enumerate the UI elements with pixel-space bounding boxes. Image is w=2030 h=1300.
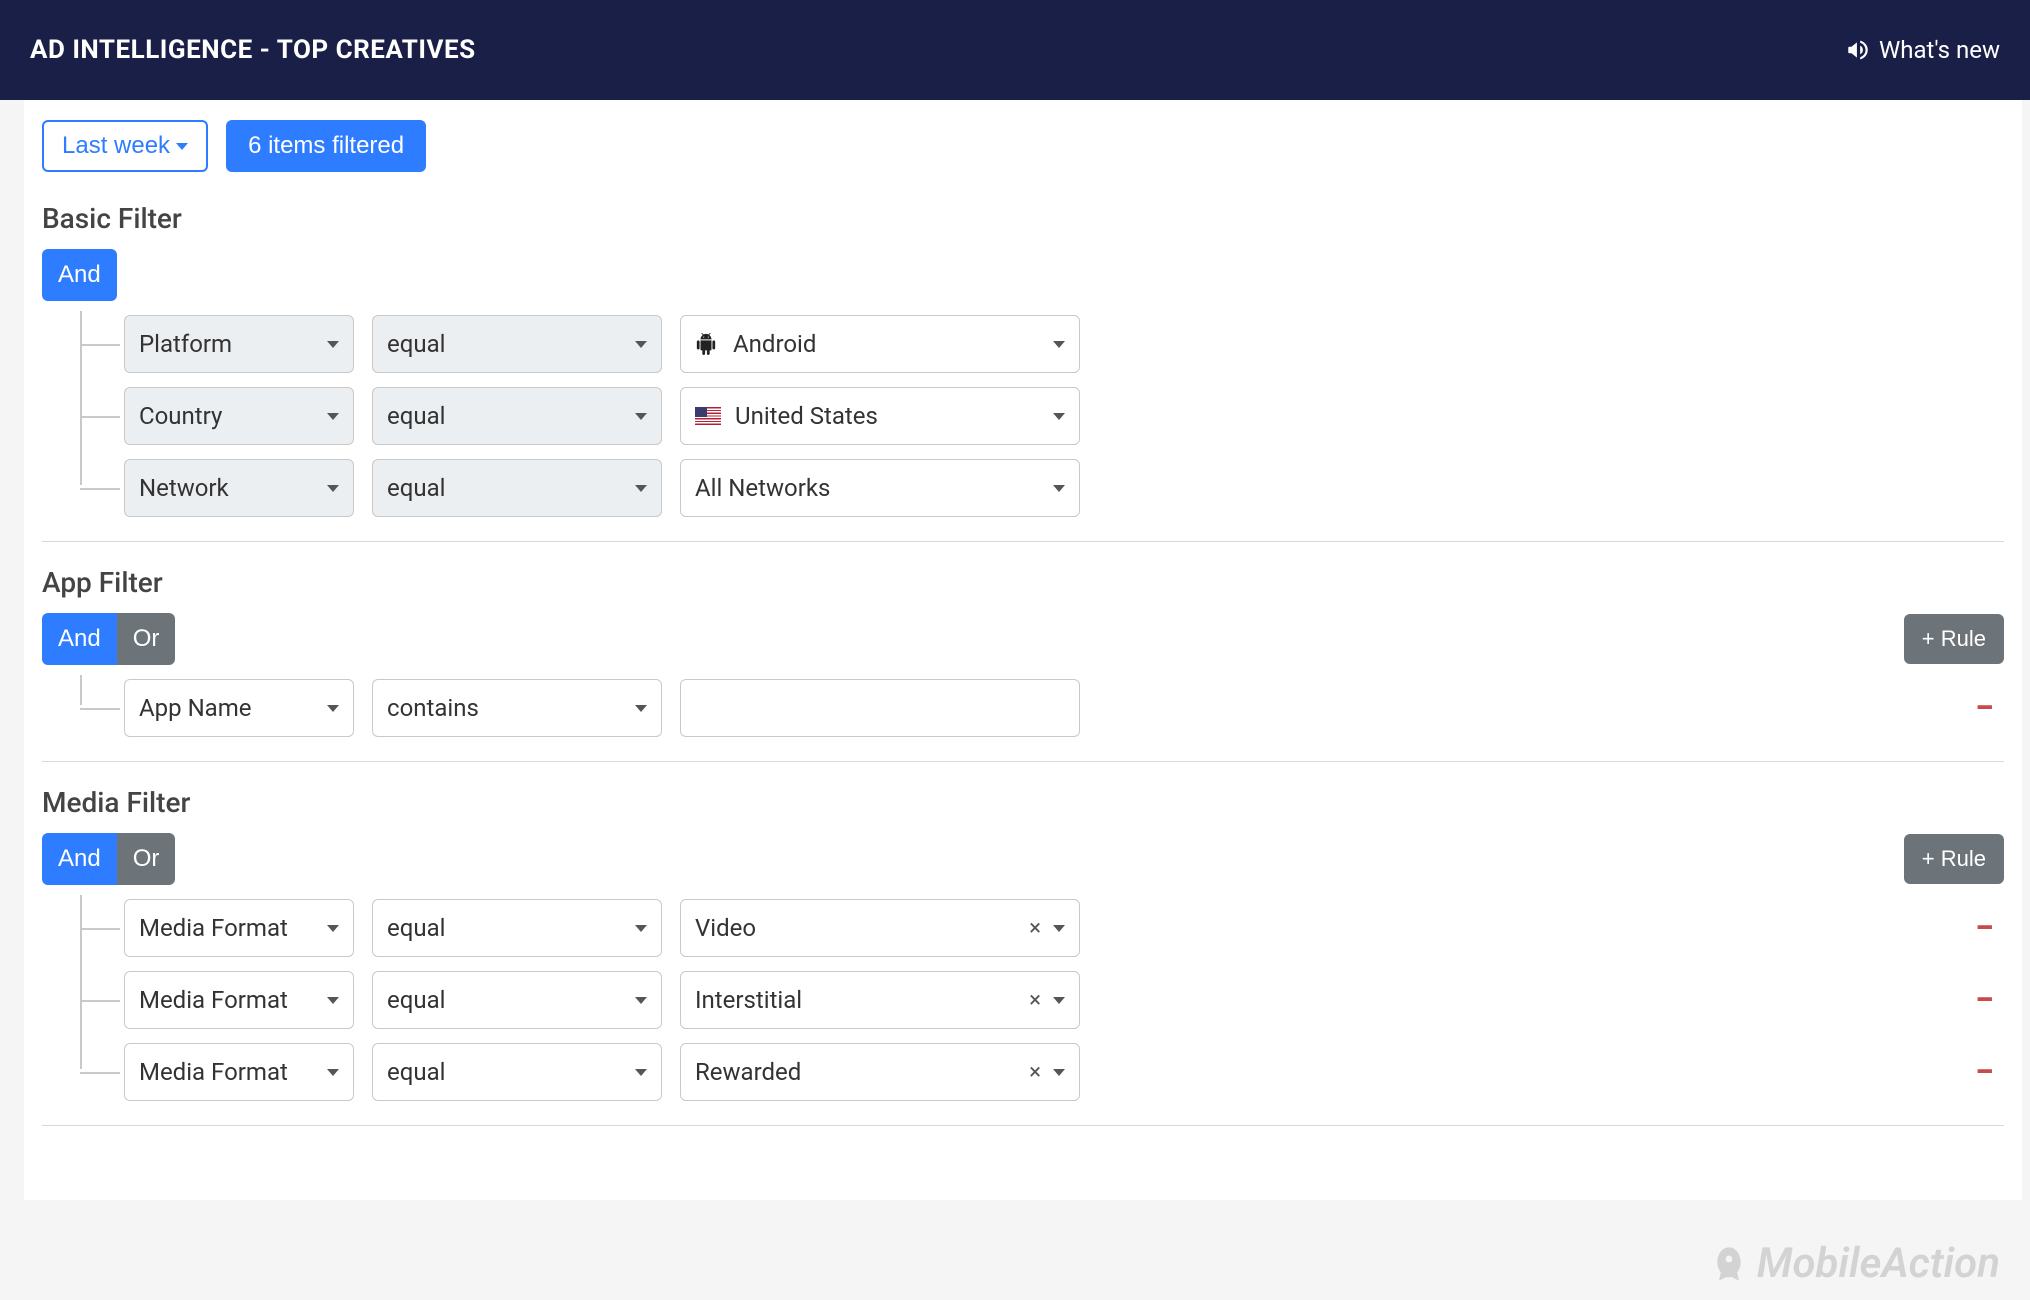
whats-new-label: What's new bbox=[1879, 36, 2000, 64]
chevron-down-icon bbox=[635, 413, 647, 420]
basic-logic-toggle: And bbox=[42, 249, 117, 301]
toolbar: Last week 6 items filtered bbox=[42, 120, 2004, 172]
separator bbox=[42, 1125, 2004, 1126]
clear-value-icon[interactable]: × bbox=[1023, 988, 1047, 1013]
basic-filter-title: Basic Filter bbox=[42, 202, 2004, 235]
chevron-down-icon bbox=[327, 705, 339, 712]
logic-or-button[interactable]: Or bbox=[117, 613, 176, 665]
brand-watermark: MobileAction bbox=[1709, 1239, 2000, 1288]
logic-and-button[interactable]: And bbox=[42, 833, 117, 885]
field-select[interactable]: Media Format bbox=[124, 899, 354, 957]
chevron-down-icon bbox=[327, 1069, 339, 1076]
logic-and-button[interactable]: And bbox=[42, 613, 117, 665]
remove-rule-button[interactable]: − bbox=[1965, 1052, 2004, 1092]
field-select[interactable]: Network bbox=[124, 459, 354, 517]
rule-row: Country equal United States bbox=[124, 387, 2004, 445]
brand-label: MobileAction bbox=[1757, 1239, 2000, 1288]
field-select[interactable]: Media Format bbox=[124, 971, 354, 1029]
media-filter-title: Media Filter bbox=[42, 786, 2004, 819]
chevron-down-icon bbox=[327, 413, 339, 420]
rule-row: Media Format equal Video × − bbox=[124, 899, 2004, 957]
chevron-down-icon bbox=[1053, 485, 1065, 492]
app-logic-toggle: And Or bbox=[42, 613, 175, 665]
daterange-label: Last week bbox=[62, 132, 170, 160]
app-rules: App Name contains − bbox=[80, 679, 2004, 737]
chevron-down-icon bbox=[327, 485, 339, 492]
filtered-badge[interactable]: 6 items filtered bbox=[226, 120, 426, 172]
megaphone-icon bbox=[1845, 37, 1871, 63]
android-icon bbox=[695, 333, 717, 355]
chevron-down-icon bbox=[635, 925, 647, 932]
chevron-down-icon bbox=[635, 997, 647, 1004]
us-flag-icon bbox=[695, 407, 721, 425]
rule-row: Media Format equal Interstitial × − bbox=[124, 971, 2004, 1029]
value-select[interactable]: Interstitial × bbox=[680, 971, 1080, 1029]
page-title: AD INTELLIGENCE - TOP CREATIVES bbox=[30, 35, 476, 65]
value-select[interactable]: Rewarded × bbox=[680, 1043, 1080, 1101]
operator-select[interactable]: equal bbox=[372, 387, 662, 445]
rule-row: Media Format equal Rewarded × − bbox=[124, 1043, 2004, 1101]
topbar: AD INTELLIGENCE - TOP CREATIVES What's n… bbox=[0, 0, 2030, 100]
media-logic-toggle: And Or bbox=[42, 833, 175, 885]
value-select[interactable]: Video × bbox=[680, 899, 1080, 957]
operator-select[interactable]: equal bbox=[372, 1043, 662, 1101]
field-select[interactable]: Country bbox=[124, 387, 354, 445]
rule-row: App Name contains − bbox=[124, 679, 2004, 737]
add-rule-button[interactable]: + Rule bbox=[1904, 614, 2004, 664]
value-select[interactable]: All Networks bbox=[680, 459, 1080, 517]
field-select[interactable]: Platform bbox=[124, 315, 354, 373]
logic-or-button[interactable]: Or bbox=[117, 833, 176, 885]
operator-select[interactable]: equal bbox=[372, 899, 662, 957]
remove-rule-button[interactable]: − bbox=[1965, 688, 2004, 728]
whats-new-button[interactable]: What's new bbox=[1845, 36, 2000, 64]
remove-rule-button[interactable]: − bbox=[1965, 980, 2004, 1020]
app-filter-title: App Filter bbox=[42, 566, 2004, 599]
chevron-down-icon bbox=[327, 925, 339, 932]
chevron-down-icon bbox=[327, 997, 339, 1004]
chevron-down-icon bbox=[1053, 925, 1065, 932]
operator-select[interactable]: equal bbox=[372, 971, 662, 1029]
chevron-down-icon bbox=[1053, 413, 1065, 420]
operator-select[interactable]: equal bbox=[372, 459, 662, 517]
rule-row: Platform equal Android bbox=[124, 315, 2004, 373]
chevron-down-icon bbox=[1053, 341, 1065, 348]
separator bbox=[42, 541, 2004, 542]
logic-and-button[interactable]: And bbox=[42, 249, 117, 301]
chevron-down-icon bbox=[635, 341, 647, 348]
chevron-down-icon bbox=[635, 485, 647, 492]
chevron-down-icon bbox=[1053, 997, 1065, 1004]
value-select[interactable]: Android bbox=[680, 315, 1080, 373]
field-select[interactable]: Media Format bbox=[124, 1043, 354, 1101]
rocket-icon bbox=[1709, 1244, 1749, 1284]
media-rules: Media Format equal Video × − Media Forma… bbox=[80, 899, 2004, 1101]
chevron-down-icon bbox=[635, 705, 647, 712]
caret-down-icon bbox=[176, 143, 188, 150]
clear-value-icon[interactable]: × bbox=[1023, 916, 1047, 941]
add-rule-button[interactable]: + Rule bbox=[1904, 834, 2004, 884]
value-select[interactable]: United States bbox=[680, 387, 1080, 445]
separator bbox=[42, 761, 2004, 762]
daterange-dropdown[interactable]: Last week bbox=[42, 120, 208, 172]
content-area: Last week 6 items filtered Basic Filter … bbox=[24, 100, 2022, 1200]
basic-rules: Platform equal Android Country equal Uni… bbox=[80, 315, 2004, 517]
operator-select[interactable]: contains bbox=[372, 679, 662, 737]
field-select[interactable]: App Name bbox=[124, 679, 354, 737]
chevron-down-icon bbox=[1053, 1069, 1065, 1076]
value-input[interactable] bbox=[680, 679, 1080, 737]
chevron-down-icon bbox=[327, 341, 339, 348]
operator-select[interactable]: equal bbox=[372, 315, 662, 373]
chevron-down-icon bbox=[635, 1069, 647, 1076]
remove-rule-button[interactable]: − bbox=[1965, 908, 2004, 948]
clear-value-icon[interactable]: × bbox=[1023, 1060, 1047, 1085]
rule-row: Network equal All Networks bbox=[124, 459, 2004, 517]
